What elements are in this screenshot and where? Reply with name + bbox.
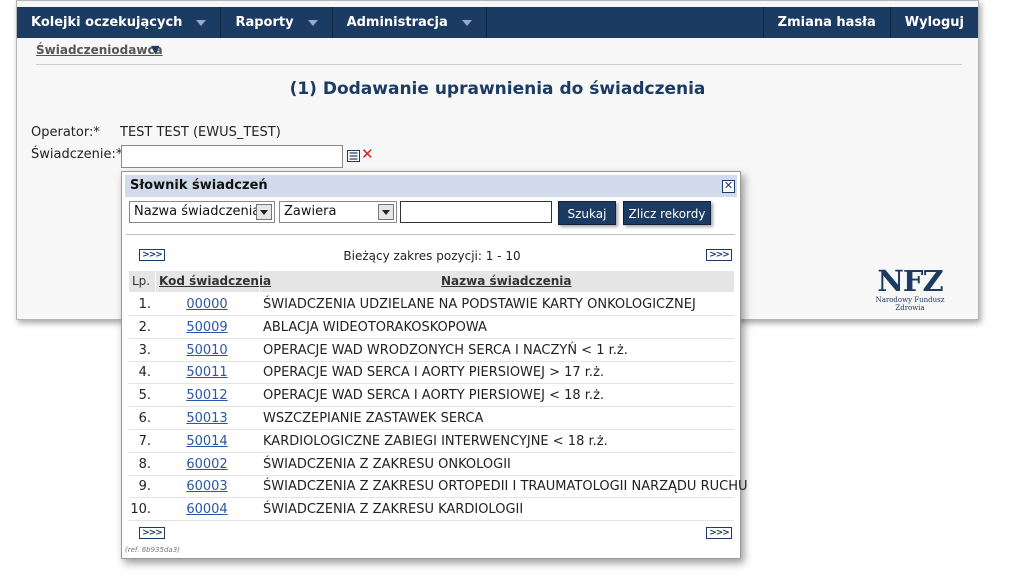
mode-select-value: Zawiera [284,204,337,219]
table-row[interactable]: 4. 50011 OPERACJE WAD SERCA I AORTY PIERSI… [129,361,734,385]
row-name: ABLACJA WIDEOTORAKOSKOPOWA [263,319,487,335]
logo-subtitle: Narodowy Fundusz Zdrowia [875,296,945,312]
page-title: (1) Dodawanie uprawnienia do świadczenia [289,79,706,99]
row-number: 4. [138,365,151,381]
row-code-link[interactable]: 60002 [158,457,256,472]
chevron-down-icon [256,204,272,220]
chevron-down-icon [196,19,207,26]
row-number: 3. [138,342,151,358]
column-nazwa[interactable]: Nazwa świadczenia [441,274,572,288]
dictionary-dialog: Słownik świadczeń ✕ Nazwa świadczenia Za… [121,171,748,559]
reference-code: (ref. 6b935da3) [125,546,180,554]
dialog-title: Słownik świadczeń [130,178,268,193]
table-row[interactable]: 8. 60002 ŚWIADCZENIA Z ZAKRESU ONKOLOGII [129,453,734,476]
field-select[interactable]: Nazwa świadczenia [129,201,275,223]
row-number: 9. [138,479,151,495]
row-number: 7. [138,433,151,449]
nav-raporty-label: Raporty [235,15,294,30]
row-name: OPERACJE WAD WRODZONYCH SERCA I NACZYŃ <… [263,342,628,358]
table-row[interactable]: 6. 50013 WSZCZEPIANIE ZASTAWEK SERCA [129,407,734,430]
pager-next-top-right[interactable]: >>> [706,249,732,261]
row-name: ŚWIADCZENIA Z ZAKRESU ORTOPEDII I TRAUMA… [263,479,748,495]
row-code-link[interactable]: 60004 [158,502,256,517]
table-row[interactable]: 2. 50009 ABLACJA WIDEOTORAKOSKOPOWA [129,316,734,339]
table-row[interactable]: 9. 60003 ŚWIADCZENIA Z ZAKRESU ORTOPEDII I… [129,475,748,499]
change-password-link[interactable]: Zmiana hasła [762,7,890,38]
table-row[interactable]: 10. 60004 ŚWIADCZENIA Z ZAKRESU KARDIOLOGI… [129,498,734,522]
pager-next-bottom-right[interactable]: >>> [706,527,732,539]
row-name: ŚWIADCZENIA Z ZAKRESU ONKOLOGII [263,456,511,472]
range-text: Bieżący zakres pozycji: 1 - 10 [343,249,521,263]
row-number: 6. [138,411,151,426]
breadcrumb-dropdown-icon[interactable]: ▼ [151,43,159,56]
list-icon[interactable] [347,150,360,162]
row-code-link[interactable]: 50009 [158,320,256,335]
row-code-link[interactable]: 00000 [158,297,256,312]
row-name: OPERACJE WAD SERCA I AORTY PIERSIOWEJ < … [263,388,605,404]
nfz-logo: NFZ Narodowy Fundusz Zdrowia [860,264,960,312]
mode-select[interactable]: Zawiera [279,201,397,223]
nav-kolejki[interactable]: Kolejki oczekujących [17,7,222,38]
row-code-link[interactable]: 50012 [158,388,256,403]
logo-mark: NFZ [877,264,943,298]
row-number: 10. [130,502,151,518]
nav-kolejki-label: Kolejki oczekujących [31,15,183,30]
search-input[interactable] [400,201,552,223]
close-icon[interactable]: ✕ [722,180,735,193]
row-code-link[interactable]: 60003 [158,479,256,494]
nav-administracja-label: Administracja [346,15,448,30]
breadcrumb[interactable]: Świadczeniodawca [36,43,163,57]
column-divider [259,271,260,292]
dialog-header: Słownik świadczeń ✕ [125,175,737,197]
nav-raporty[interactable]: Raporty [221,7,333,38]
operator-value: TEST TEST (EWUS_TEST) [120,125,281,140]
row-name: OPERACJE WAD SERCA I AORTY PIERSIOWEJ > … [263,365,605,381]
chevron-down-icon [307,19,318,26]
row-number: 8. [138,456,151,472]
chevron-down-icon [461,19,472,26]
table-row[interactable]: 3. 50010 OPERACJE WAD WRODZONYCH SERCA I N… [129,339,734,362]
row-name: WSZCZEPIANIE ZASTAWEK SERCA [263,411,484,426]
row-code-link[interactable]: 50013 [158,411,256,426]
top-navbar: Kolejki oczekujących Raporty Administrac… [17,7,978,38]
row-code-link[interactable]: 50011 [158,365,256,380]
chevron-down-icon [378,204,394,220]
service-label: Świadczenie:* [31,147,123,162]
search-button[interactable]: Szukaj [558,201,616,225]
row-number: 2. [138,319,151,335]
divider [126,234,735,235]
logout-link[interactable]: Wyloguj [889,7,978,38]
row-code-link[interactable]: 50010 [158,343,256,358]
table-row[interactable]: 7. 50014 KARDIOLOGICZNE ZABIEGI INTERWENCY… [129,430,734,453]
divider [36,64,962,65]
pager-next-bottom-left[interactable]: >>> [139,527,165,539]
change-password-label: Zmiana hasła [777,15,876,30]
column-kod[interactable]: Kod świadczenia [159,274,271,288]
count-records-button[interactable]: Zlicz rekordy [623,201,711,225]
operator-label: Operator:* [31,125,100,140]
row-code-link[interactable]: 50014 [158,434,256,449]
table-row[interactable]: 1. 00000 ŚWIADCZENIA UDZIELANE NA PODSTAWI… [129,293,734,316]
row-number: 5. [138,388,151,404]
row-number: 1. [138,297,151,312]
table-row[interactable]: 5. 50012 OPERACJE WAD SERCA I AORTY PIERSI… [129,384,734,408]
column-divider [155,271,156,292]
clear-icon[interactable]: ✕ [361,146,374,162]
column-lp: Lp. [132,274,151,288]
nav-administracja[interactable]: Administracja [333,7,487,38]
row-name: KARDIOLOGICZNE ZABIEGI INTERWENCYJNE < 1… [263,433,608,449]
field-select-value: Nazwa świadczenia [134,204,261,219]
row-name: ŚWIADCZENIA UDZIELANE NA PODSTAWIE KARTY… [263,297,696,312]
service-input[interactable] [121,145,343,168]
logout-label: Wyloguj [904,15,964,30]
table-header: Lp. Kod świadczenia Nazwa świadczenia [129,271,734,292]
row-name: ŚWIADCZENIA Z ZAKRESU KARDIOLOGII [263,502,524,518]
